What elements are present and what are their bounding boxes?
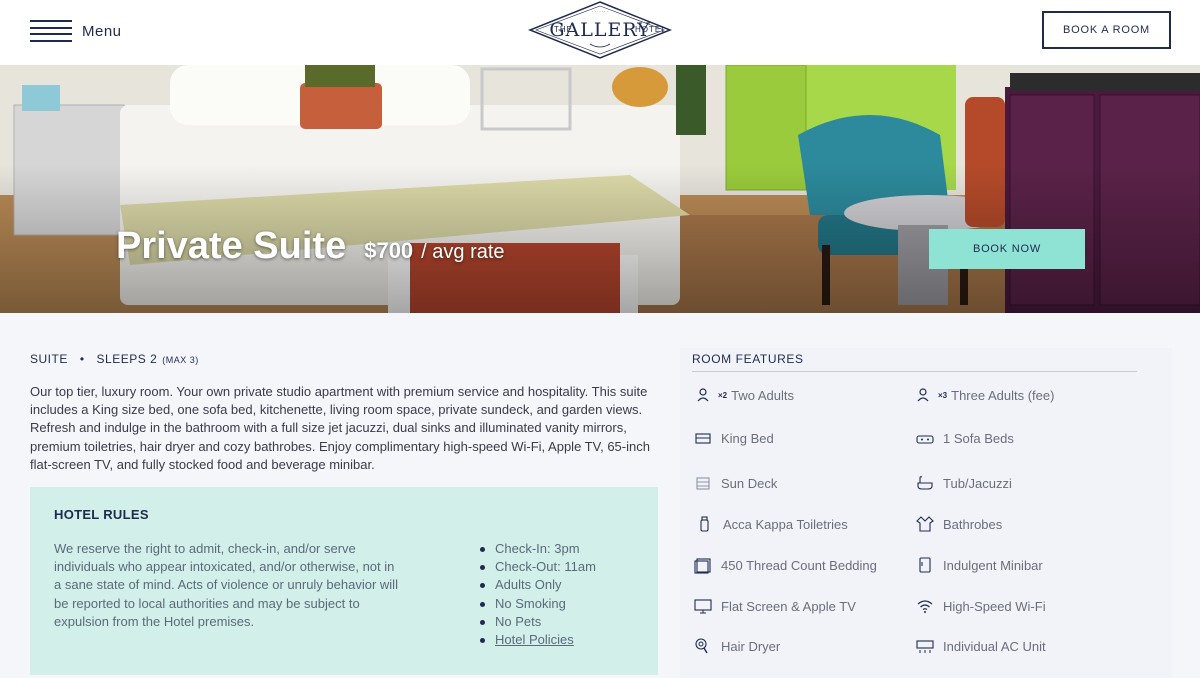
feature-bedding: 450 Thread Count Bedding	[694, 556, 877, 574]
feature-label: Individual AC Unit	[943, 638, 1046, 654]
feature-bathrobes: Bathrobes	[916, 515, 1002, 533]
rules-text: We reserve the right to admit, check-in,…	[54, 541, 398, 629]
hair-dryer-icon	[694, 637, 712, 655]
adult-count: ×2	[718, 390, 728, 400]
bedding-icon	[694, 556, 712, 574]
ac-unit-icon	[916, 637, 934, 655]
feature-label: Hair Dryer	[721, 638, 781, 654]
feature-sun-deck: Sun Deck	[694, 474, 777, 492]
features-divider	[692, 371, 1137, 372]
feature-label: Acca Kappa Toiletries	[723, 516, 848, 532]
logo-the-text: THE	[554, 25, 573, 34]
room-max: (MAX 3)	[162, 355, 199, 365]
person-icon	[916, 386, 934, 404]
feature-tv: Flat Screen & Apple TV	[694, 597, 856, 615]
meta-separator: •	[79, 352, 85, 366]
rule-item: No Smoking	[480, 595, 596, 613]
feature-label: Indulgent Minibar	[943, 557, 1043, 573]
rule-item-policies: Hotel Policies	[480, 631, 596, 649]
feature-king-bed: King Bed	[694, 429, 774, 447]
rule-item: Check-Out: 11am	[480, 558, 596, 576]
hotel-policies-link[interactable]: Hotel Policies	[495, 632, 574, 647]
rule-item: No Pets	[480, 613, 596, 631]
hamburger-icon	[30, 20, 72, 42]
room-type: SUITE	[30, 352, 68, 366]
hero-title-group: Private Suite $700 / avg rate	[116, 225, 505, 268]
logo-hotel-text: HOTEL	[635, 25, 667, 34]
bed-icon	[694, 429, 712, 447]
feature-label: 1 Sofa Beds	[943, 430, 1014, 446]
feature-wifi: High-Speed Wi-Fi	[916, 597, 1046, 615]
room-title: Private Suite	[116, 225, 347, 267]
hotel-rules-box: HOTEL RULES We reserve the right to admi…	[30, 487, 658, 675]
feature-label: King Bed	[721, 430, 774, 446]
bottle-icon	[696, 515, 714, 533]
tv-icon	[694, 597, 712, 615]
hero-overlay	[0, 65, 1200, 313]
feature-label: High-Speed Wi-Fi	[943, 598, 1046, 614]
room-meta: SUITE • SLEEPS 2 (MAX 3)	[30, 352, 199, 366]
feature-two-adults: ×2 Two Adults	[696, 386, 794, 404]
wifi-icon	[916, 597, 934, 615]
feature-tub-jacuzzi: Tub/Jacuzzi	[916, 474, 1012, 492]
deck-icon	[694, 474, 712, 492]
rules-list: Check-In: 3pm Check-Out: 11am Adults Onl…	[480, 540, 596, 649]
feature-label: 450 Thread Count Bedding	[721, 557, 877, 573]
room-description: Our top tier, luxury room. Your own priv…	[30, 384, 650, 472]
hotel-logo[interactable]: · · · · · · · GALLERY THE HOTEL	[527, 0, 673, 62]
features-title: ROOM FEATURES	[692, 352, 804, 366]
room-price: $700	[364, 238, 414, 263]
adult-count: ×3	[938, 390, 948, 400]
svg-text:· · · · · · ·: · · · · · · ·	[592, 9, 608, 14]
feature-label: Sun Deck	[721, 475, 778, 491]
feature-ac-unit: Individual AC Unit	[916, 637, 1046, 655]
feature-label: Flat Screen & Apple TV	[721, 598, 856, 614]
price-suffix: / avg rate	[421, 241, 505, 263]
book-now-button[interactable]: BOOK NOW	[929, 229, 1085, 269]
robe-icon	[916, 515, 934, 533]
feature-label: Two Adults	[731, 387, 794, 403]
sofa-icon	[916, 429, 934, 447]
minibar-icon	[916, 556, 934, 574]
site-header: Menu · · · · · · · GALLERY THE HOTEL BOO…	[0, 0, 1200, 65]
book-a-room-button[interactable]: BOOK A ROOM	[1042, 11, 1171, 49]
menu-button[interactable]: Menu	[30, 18, 122, 44]
bathtub-icon	[916, 474, 934, 492]
rules-title: HOTEL RULES	[54, 507, 149, 522]
rule-item: Adults Only	[480, 576, 596, 594]
person-icon	[696, 386, 714, 404]
feature-label: Three Adults (fee)	[951, 387, 1055, 403]
room-sleeps: SLEEPS 2	[96, 352, 158, 366]
feature-minibar: Indulgent Minibar	[916, 556, 1043, 574]
hero-banner: Private Suite $700 / avg rate BOOK NOW	[0, 65, 1200, 313]
feature-hair-dryer: Hair Dryer	[694, 637, 780, 655]
feature-three-adults: ×3 Three Adults (fee)	[916, 386, 1054, 404]
menu-label: Menu	[82, 22, 122, 40]
feature-sofa-beds: 1 Sofa Beds	[916, 429, 1014, 447]
feature-label: Tub/Jacuzzi	[943, 475, 1012, 491]
feature-toiletries: Acca Kappa Toiletries	[696, 515, 848, 533]
feature-label: Bathrobes	[943, 516, 1003, 532]
rule-item: Check-In: 3pm	[480, 540, 596, 558]
